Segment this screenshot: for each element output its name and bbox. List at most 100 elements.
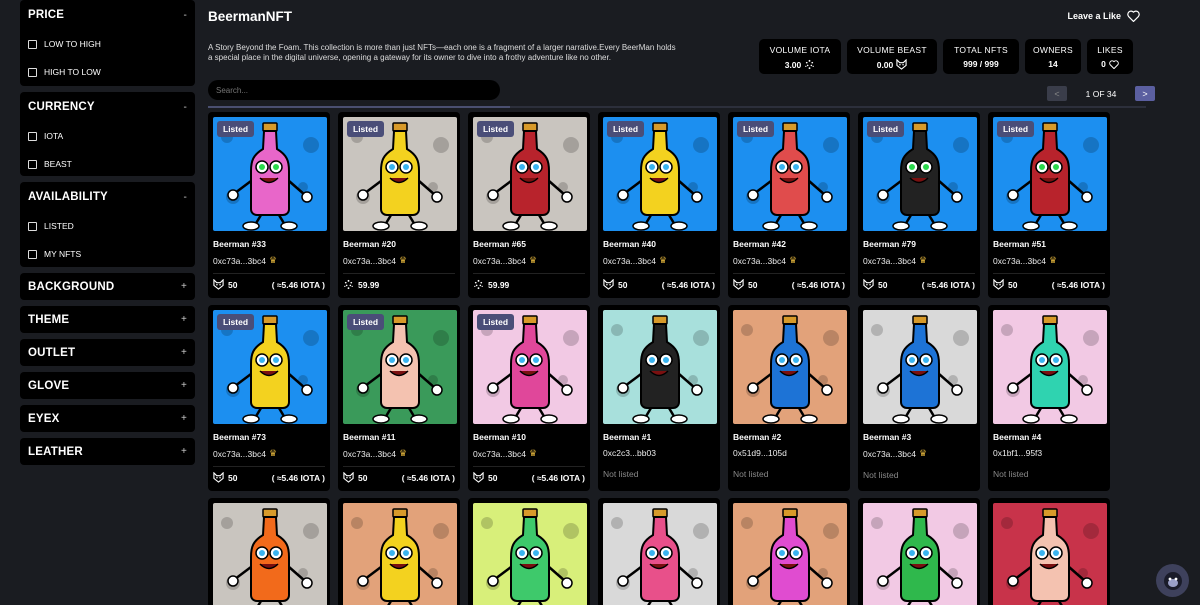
nft-image[interactable]: Listed — [343, 117, 457, 231]
nft-image[interactable]: Listed — [213, 310, 327, 424]
filter-availability-header[interactable]: AVAILABILITY - — [28, 182, 187, 212]
owner-address[interactable]: 0x51d9...105d — [733, 448, 845, 458]
nft-image[interactable]: Listed — [473, 117, 587, 231]
filter-theme[interactable]: THEME + — [20, 306, 195, 333]
owner-address[interactable]: 0xc73a...3bc4 ♛ — [213, 448, 325, 459]
owner-address[interactable]: 0xc73a...3bc4 ♛ — [993, 255, 1105, 266]
expand-toggle[interactable]: + — [181, 347, 187, 358]
owner-address[interactable]: 0xc73a...3bc4 ♛ — [863, 448, 975, 459]
checkbox[interactable] — [28, 249, 37, 259]
filter-availability: AVAILABILITY - LISTED MY NFTS — [20, 182, 195, 267]
filter-header[interactable]: THEME + — [28, 306, 187, 333]
collapse-toggle[interactable]: - — [183, 102, 187, 113]
nft-image[interactable]: Listed — [343, 310, 457, 424]
nft-image[interactable]: Listed — [213, 117, 327, 231]
nft-image[interactable] — [473, 503, 587, 605]
owner-address[interactable]: 0xc73a...3bc4 ♛ — [733, 255, 845, 266]
checkbox[interactable] — [28, 221, 37, 231]
nft-card[interactable]: Beerman #3 0xc73a...3bc4 ♛ Not listed — [858, 305, 980, 491]
filter-leather[interactable]: LEATHER + — [20, 438, 195, 465]
collapse-toggle[interactable]: - — [183, 10, 187, 21]
filter-background[interactable]: BACKGROUND + — [20, 273, 195, 300]
nft-card[interactable]: Listed Beerman #33 0xc73a...3bc4 ♛ 50 ( ≈5.46… — [208, 112, 330, 298]
filter-price-header[interactable]: PRICE - — [28, 0, 187, 30]
expand-toggle[interactable]: + — [181, 281, 187, 292]
nft-image[interactable] — [733, 310, 847, 424]
nft-image[interactable]: Listed — [603, 117, 717, 231]
leave-like-button[interactable]: Leave a Like — [1067, 10, 1140, 22]
nft-card[interactable]: Beerman #4 0x1bf1...95f3 Not listed — [988, 305, 1110, 491]
filter-option-low-to-high[interactable]: LOW TO HIGH — [28, 30, 187, 58]
nft-card[interactable] — [468, 498, 590, 605]
loading-progress-bar — [208, 106, 1146, 108]
nft-card[interactable]: Listed Beerman #65 0xc73a...3bc4 ♛ 59.99 — [468, 112, 590, 298]
nft-card[interactable]: Beerman #2 0x51d9...105d Not listed — [728, 305, 850, 491]
nft-card[interactable] — [858, 498, 980, 605]
next-page-button[interactable]: > — [1135, 86, 1155, 101]
nft-card[interactable] — [598, 498, 720, 605]
nft-image[interactable] — [863, 503, 977, 605]
filter-header[interactable]: LEATHER + — [28, 438, 187, 465]
nft-card[interactable]: Listed Beerman #42 0xc73a...3bc4 ♛ 50 ( ≈5.46… — [728, 112, 850, 298]
filter-header[interactable]: GLOVE + — [28, 372, 187, 399]
filter-header[interactable]: BACKGROUND + — [28, 273, 187, 300]
nft-card[interactable]: Listed Beerman #11 0xc73a...3bc4 ♛ 50 ( ≈5.46… — [338, 305, 460, 491]
checkbox[interactable] — [28, 39, 37, 49]
expand-toggle[interactable]: + — [181, 314, 187, 325]
search-input[interactable] — [208, 80, 500, 100]
filter-currency-header[interactable]: CURRENCY - — [28, 92, 187, 122]
nft-card[interactable]: Beerman #1 0xc2c3...bb03 Not listed — [598, 305, 720, 491]
nft-image[interactable]: Listed — [993, 117, 1107, 231]
owner-address[interactable]: 0xc73a...3bc4 ♛ — [473, 255, 585, 266]
owner-address[interactable]: 0xc2c3...bb03 — [603, 448, 715, 458]
filter-header[interactable]: OUTLET + — [28, 339, 187, 366]
nft-card[interactable]: Listed Beerman #79 0xc73a...3bc4 ♛ 50 ( ≈5.46… — [858, 112, 980, 298]
filter-option-beast[interactable]: BEAST — [28, 150, 187, 178]
profile-avatar-button[interactable] — [1156, 564, 1189, 597]
nft-image[interactable] — [733, 503, 847, 605]
nft-image[interactable] — [993, 310, 1107, 424]
nft-card[interactable] — [208, 498, 330, 605]
checkbox[interactable] — [28, 67, 37, 77]
owner-address[interactable]: 0xc73a...3bc4 ♛ — [213, 255, 325, 266]
nft-card[interactable]: Listed Beerman #73 0xc73a...3bc4 ♛ 50 ( ≈5.46… — [208, 305, 330, 491]
owner-address[interactable]: 0xc73a...3bc4 ♛ — [343, 448, 455, 459]
nft-image[interactable]: Listed — [733, 117, 847, 231]
nft-card[interactable]: Listed Beerman #40 0xc73a...3bc4 ♛ 50 ( ≈5.46… — [598, 112, 720, 298]
filter-eyex[interactable]: EYEX + — [20, 405, 195, 432]
filter-option-my-nfts[interactable]: MY NFTS — [28, 240, 187, 268]
filter-option-high-to-low[interactable]: HIGH TO LOW — [28, 58, 187, 86]
nft-card[interactable]: Listed Beerman #51 0xc73a...3bc4 ♛ 50 ( ≈5.46… — [988, 112, 1110, 298]
nft-card[interactable] — [988, 498, 1110, 605]
expand-toggle[interactable]: + — [181, 413, 187, 424]
nft-card[interactable] — [728, 498, 850, 605]
nft-image[interactable] — [863, 310, 977, 424]
owner-address[interactable]: 0xc73a...3bc4 ♛ — [473, 448, 585, 459]
owner-address[interactable]: 0x1bf1...95f3 — [993, 448, 1105, 458]
prev-page-button[interactable]: < — [1047, 86, 1067, 101]
filter-header[interactable]: EYEX + — [28, 405, 187, 432]
nft-image[interactable] — [213, 503, 327, 605]
price-value: 50 — [228, 279, 238, 290]
nft-image[interactable]: Listed — [473, 310, 587, 424]
checkbox[interactable] — [28, 131, 37, 141]
collapse-toggle[interactable]: - — [183, 192, 187, 203]
owner-address[interactable]: 0xc73a...3bc4 ♛ — [343, 255, 455, 266]
nft-image[interactable] — [603, 310, 717, 424]
filter-option-iota[interactable]: IOTA — [28, 122, 187, 150]
expand-toggle[interactable]: + — [181, 446, 187, 457]
owner-address[interactable]: 0xc73a...3bc4 ♛ — [603, 255, 715, 266]
nft-image[interactable] — [993, 503, 1107, 605]
nft-image[interactable]: Listed — [863, 117, 977, 231]
checkbox[interactable] — [28, 159, 37, 169]
nft-card[interactable]: Listed Beerman #10 0xc73a...3bc4 ♛ 50 ( ≈5.46… — [468, 305, 590, 491]
nft-card[interactable] — [338, 498, 460, 605]
filter-outlet[interactable]: OUTLET + — [20, 339, 195, 366]
nft-image[interactable] — [603, 503, 717, 605]
filter-glove[interactable]: GLOVE + — [20, 372, 195, 399]
expand-toggle[interactable]: + — [181, 380, 187, 391]
nft-image[interactable] — [343, 503, 457, 605]
filter-option-listed[interactable]: LISTED — [28, 212, 187, 240]
owner-address[interactable]: 0xc73a...3bc4 ♛ — [863, 255, 975, 266]
nft-card[interactable]: Listed Beerman #20 0xc73a...3bc4 ♛ 59.99 — [338, 112, 460, 298]
